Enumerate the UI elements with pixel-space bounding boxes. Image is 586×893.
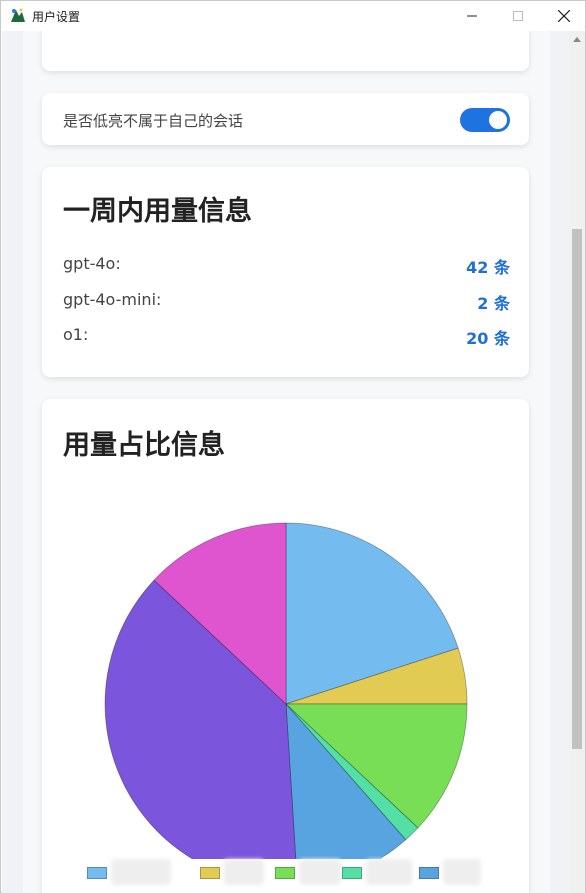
legend-swatch [419,867,439,879]
highlight-setting-card: 是否低亮不属于自己的会话 [42,93,529,145]
usage-model-label: gpt-4o: [63,254,121,273]
legend-swatch [275,867,295,879]
weekly-usage-card: 一周内用量信息 gpt-4o: 42 条 gpt-4o-mini: 2 条 o1… [42,167,529,377]
usage-share-title: 用量占比信息 [63,430,225,461]
usage-share-card: 用量占比信息 [42,399,529,893]
usage-count-value: 2 条 [477,294,510,313]
partial-card-text: · · · · [252,31,295,34]
usage-model-label: gpt-4o-mini: [63,290,162,309]
legend-label-redacted [299,859,341,885]
legend-label-redacted [111,859,171,885]
usage-count-value: 20 条 [466,329,510,348]
minimize-button[interactable] [449,1,495,31]
left-gutter [2,31,23,893]
toggle-knob [489,111,507,129]
scroll-up-arrow-icon [573,36,581,42]
close-button[interactable] [541,1,586,31]
scroll-thumb[interactable] [572,229,582,749]
legend-label-redacted [366,859,412,885]
maximize-button[interactable] [495,1,541,31]
weekly-usage-title: 一周内用量信息 [63,196,252,227]
usage-count-value: 42 条 [466,258,510,277]
app-logo-icon [10,7,26,23]
usage-row-o1: o1: 20 条 [63,325,510,348]
title-bar[interactable]: 用户设置 [1,1,585,31]
legend-swatch [200,867,220,879]
usage-pie-chart [104,522,468,859]
highlight-toggle-label: 是否低亮不属于自己的会话 [63,112,244,130]
close-icon [558,10,570,22]
previous-settings-card: · · · · [42,31,529,71]
usage-row-gpt-4o-mini: gpt-4o-mini: 2 条 [63,290,510,313]
vertical-scrollbar[interactable] [569,31,585,893]
right-gutter [550,31,569,893]
legend-swatch [87,867,107,879]
window-title: 用户设置 [32,10,81,24]
usage-model-label: o1: [63,325,89,344]
minimize-icon [467,15,477,17]
legend-label-redacted [224,859,264,885]
highlight-toggle-switch[interactable] [460,108,510,132]
legend-swatch [342,867,362,879]
settings-viewport[interactable]: · · · · 是否低亮不属于自己的会话 一周内用量信息 gpt-4o: 42 … [2,31,585,893]
scroll-up-button[interactable] [569,33,585,45]
usage-row-gpt-4o: gpt-4o: 42 条 [63,254,510,277]
legend-label-redacted [443,859,481,885]
maximize-icon [513,11,523,21]
pie-legend [87,859,507,885]
user-settings-window: 用户设置 · · · · 是否低亮不属于自己的会话 一周内用量信息 gpt [0,0,586,893]
